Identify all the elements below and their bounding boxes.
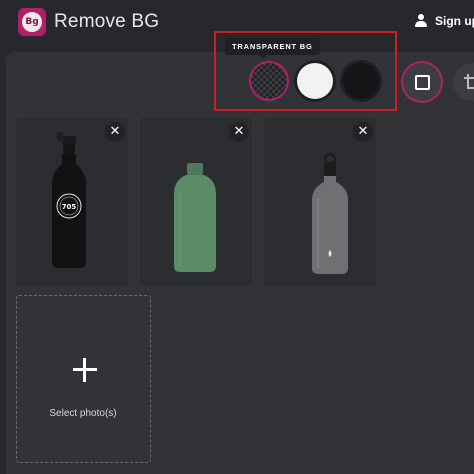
bg-swatch-white[interactable] [297, 63, 333, 99]
logo-mark: Bg [22, 12, 42, 32]
app-logo[interactable]: Bg [18, 8, 46, 36]
photo-card[interactable]: ✕ [264, 118, 376, 286]
plus-icon [73, 358, 97, 382]
svg-text:705: 705 [62, 203, 77, 211]
select-photos-dropzone[interactable]: Select photo(s) [16, 295, 151, 463]
user-icon [414, 14, 428, 28]
square-frame-icon [414, 74, 430, 90]
black-bottle-image: 705 [52, 132, 86, 268]
bg-swatch-black[interactable] [343, 63, 379, 99]
remove-photo-button[interactable]: ✕ [105, 122, 125, 142]
photo-card[interactable]: 705 ✕ [16, 118, 128, 286]
app-title: Remove BG [54, 11, 160, 32]
tooltip-transparent-bg: TRANSPARENT BG [225, 38, 320, 59]
crop-icon [464, 74, 474, 90]
select-photos-label: Select photo(s) [49, 408, 117, 419]
signup-label: Sign up [435, 14, 474, 28]
green-bottle-image [174, 163, 216, 272]
frame-tool-button[interactable] [403, 63, 441, 101]
remove-photo-button[interactable]: ✕ [353, 122, 373, 142]
bg-swatch-transparent[interactable] [251, 63, 287, 99]
photo-card[interactable]: ✕ [140, 118, 252, 286]
signup-button[interactable]: Sign up [414, 14, 474, 28]
grey-bottle-image [312, 153, 348, 274]
remove-photo-button[interactable]: ✕ [229, 122, 249, 142]
